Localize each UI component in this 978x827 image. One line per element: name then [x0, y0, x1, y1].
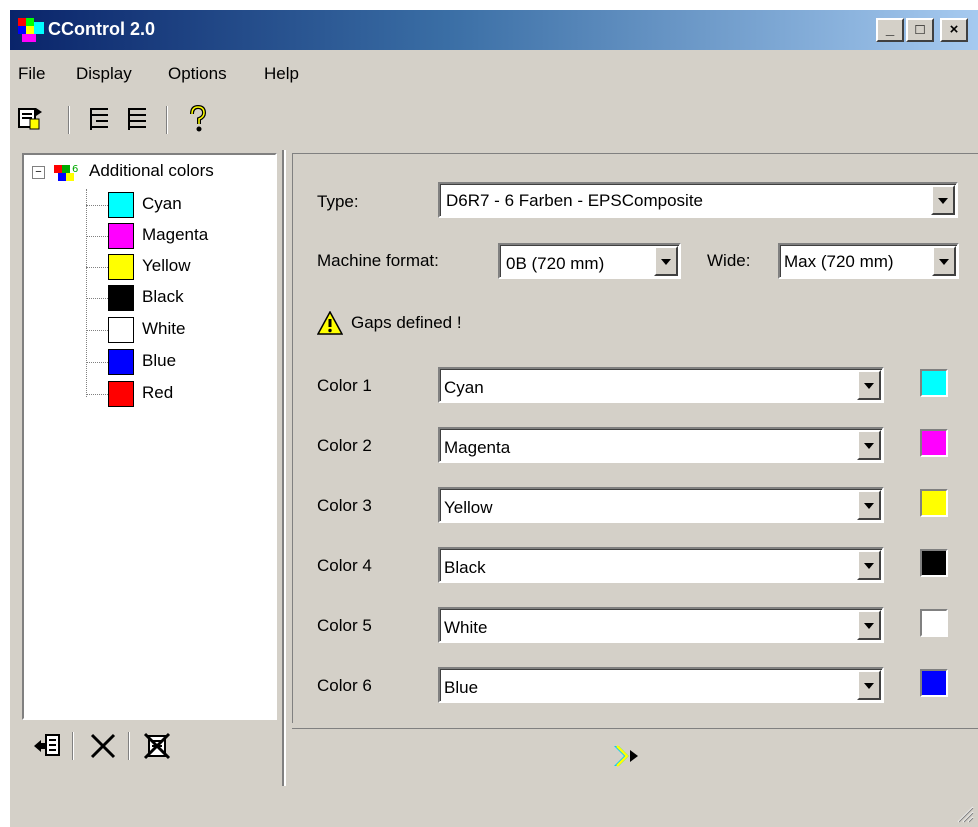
main-window: CControl 2.0 _ □ × File Display Options …: [8, 10, 978, 827]
chevron-down-icon[interactable]: [932, 246, 956, 276]
tree-item-magenta[interactable]: Magenta: [86, 223, 266, 251]
machine-format-label: Machine format:: [317, 251, 439, 270]
chevron-down-icon[interactable]: [857, 370, 881, 400]
type-label: Type:: [317, 192, 359, 211]
color-2-label: Color 2: [317, 436, 372, 455]
color-6-label: Color 6: [317, 676, 372, 695]
menu-options[interactable]: Options: [168, 64, 227, 84]
color-6-value: Blue: [444, 678, 479, 697]
action-bar: [292, 728, 978, 778]
settings-panel: Type: D6R7 - 6 Farben - EPSComposite Mac…: [292, 153, 978, 723]
color-6-swatch[interactable]: [920, 669, 948, 697]
color-1-swatch[interactable]: [920, 369, 948, 397]
color-tree[interactable]: − 6 Additional colors Cyan Magenta Yello: [22, 153, 277, 720]
toolbar-separator: [128, 732, 130, 760]
red-swatch: [108, 381, 134, 407]
menu-display[interactable]: Display: [76, 64, 132, 84]
tree-item-white[interactable]: White: [86, 317, 266, 345]
color-3-swatch[interactable]: [920, 489, 948, 517]
color-1-label: Color 1: [317, 376, 372, 395]
color-5-select[interactable]: White: [438, 607, 884, 643]
color-3-label: Color 3: [317, 496, 372, 515]
magenta-swatch: [108, 223, 134, 249]
color-3-value: Yellow: [444, 498, 493, 517]
tree-item-label: Yellow: [142, 256, 191, 275]
cyan-swatch: [108, 192, 134, 218]
resize-grip-icon[interactable]: [954, 803, 974, 823]
tree-toolbar: [22, 728, 280, 768]
color-4-select[interactable]: Black: [438, 547, 884, 583]
color-2-select[interactable]: Magenta: [438, 427, 884, 463]
tree-item-yellow[interactable]: Yellow: [86, 254, 266, 282]
toolbar-separator: [68, 106, 70, 134]
toolbar-separator: [72, 732, 74, 760]
delete-icon[interactable]: [88, 730, 118, 762]
tree-item-label: Red: [142, 383, 174, 402]
tree-item-label: Blue: [142, 351, 177, 370]
maximize-button[interactable]: □: [906, 18, 934, 42]
tree-item-red[interactable]: Red: [86, 381, 266, 409]
toolbar-separator: [166, 106, 168, 134]
color-1-select[interactable]: Cyan: [438, 367, 884, 403]
color-2-swatch[interactable]: [920, 429, 948, 457]
color-2-value: Magenta: [444, 438, 511, 457]
color-5-label: Color 5: [317, 616, 372, 635]
color-4-value: Black: [444, 558, 486, 577]
machine-format-value: 0B (720 mm): [506, 254, 605, 273]
color-4-swatch[interactable]: [920, 549, 948, 577]
color-4-label: Color 4: [317, 556, 372, 575]
add-color-icon[interactable]: [32, 730, 62, 762]
gaps-warning-text: Gaps defined !: [351, 313, 462, 332]
warning-icon: [317, 311, 343, 335]
tree-view-icon[interactable]: [84, 104, 114, 134]
chevron-down-icon[interactable]: [654, 246, 678, 276]
tree-item-cyan[interactable]: Cyan: [86, 192, 266, 220]
window-title: CControl 2.0: [48, 19, 156, 39]
color-6-select[interactable]: Blue: [438, 667, 884, 703]
tree-item-blue[interactable]: Blue: [86, 349, 266, 377]
minimize-button[interactable]: _: [876, 18, 904, 42]
color-5-value: White: [444, 618, 488, 637]
tree-item-label: White: [142, 319, 186, 338]
chevron-down-icon[interactable]: [857, 430, 881, 460]
tree-item-label: Magenta: [142, 225, 209, 244]
new-document-icon[interactable]: [16, 104, 46, 134]
colors-folder-icon: 6: [54, 164, 78, 181]
tree-root-label: Additional colors: [89, 161, 214, 180]
wide-label: Wide:: [707, 251, 751, 270]
apply-arrow-icon[interactable]: [610, 743, 642, 769]
help-icon[interactable]: [182, 104, 212, 134]
menu-help[interactable]: Help: [264, 64, 299, 84]
machine-format-select[interactable]: 0B (720 mm): [498, 243, 681, 279]
yellow-swatch: [108, 254, 134, 280]
toolbar: [10, 100, 978, 140]
blue-swatch: [108, 349, 134, 375]
color-3-select[interactable]: Yellow: [438, 487, 884, 523]
chevron-down-icon[interactable]: [857, 670, 881, 700]
type-select[interactable]: D6R7 - 6 Farben - EPSComposite: [438, 182, 958, 218]
chevron-down-icon[interactable]: [931, 185, 955, 215]
tree-item-label: Black: [142, 287, 184, 306]
app-icon: [18, 18, 44, 42]
svg-text:6: 6: [72, 164, 78, 175]
splitter[interactable]: [280, 150, 290, 786]
collapse-icon[interactable]: −: [32, 166, 45, 179]
title-bar[interactable]: CControl 2.0 _ □ ×: [10, 10, 978, 50]
tree-item-black[interactable]: Black: [86, 285, 266, 313]
delete-all-icon[interactable]: [142, 730, 172, 762]
white-swatch: [108, 317, 134, 343]
chevron-down-icon[interactable]: [857, 610, 881, 640]
chevron-down-icon[interactable]: [857, 490, 881, 520]
menu-file[interactable]: File: [18, 64, 45, 84]
type-value: D6R7 - 6 Farben - EPSComposite: [446, 191, 703, 210]
color-5-swatch[interactable]: [920, 609, 948, 637]
close-button[interactable]: ×: [940, 18, 968, 42]
wide-value: Max (720 mm): [784, 252, 894, 271]
list-view-icon[interactable]: [122, 104, 152, 134]
tree-item-label: Cyan: [142, 194, 182, 213]
wide-select[interactable]: Max (720 mm): [778, 243, 959, 279]
color-1-value: Cyan: [444, 378, 484, 397]
chevron-down-icon[interactable]: [857, 550, 881, 580]
black-swatch: [108, 285, 134, 311]
